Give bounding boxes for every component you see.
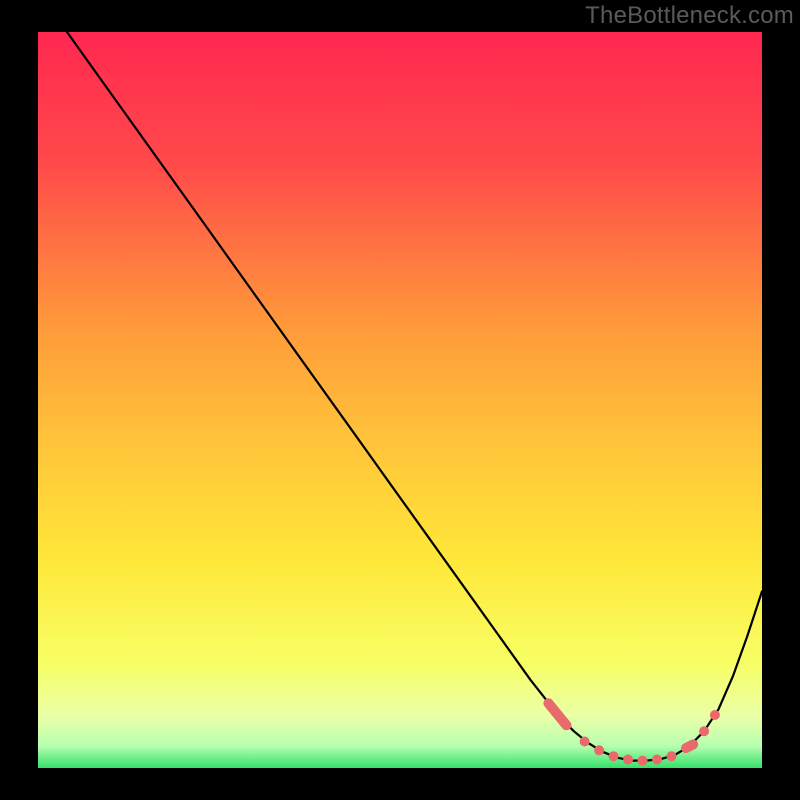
chart-svg [38,32,762,768]
watermark-text: TheBottleneck.com [585,2,794,30]
marker-dot [580,737,590,747]
marker-dot [667,751,677,761]
marker-dot [594,745,604,755]
marker-dot [699,726,709,736]
chart-container: TheBottleneck.com [0,0,800,800]
plot-area [38,32,762,768]
marker-dot [623,755,633,765]
marker-segment [686,744,693,748]
marker-dot [609,751,619,761]
marker-dot [652,755,662,765]
marker-dot [710,710,720,720]
marker-dot [638,756,648,766]
